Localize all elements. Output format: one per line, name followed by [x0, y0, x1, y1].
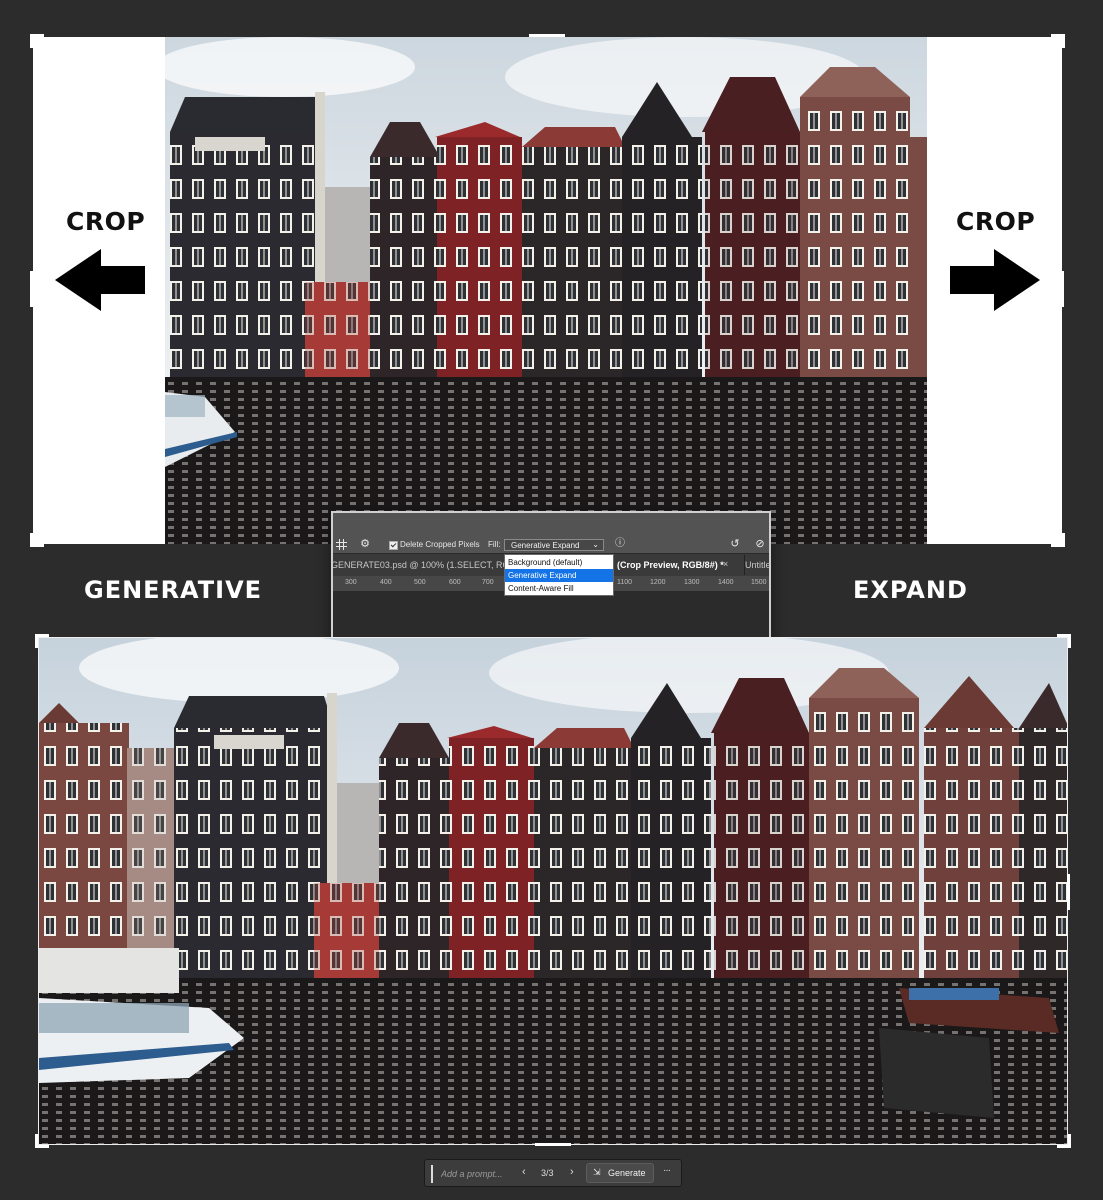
fill-dropdown-menu: Background (default) Generative Expand C… [504, 554, 614, 596]
more-options-icon[interactable]: ··· [663, 1165, 671, 1176]
fill-option-generative-expand[interactable]: Generative Expand [505, 569, 613, 582]
ruler-tick: 600 [449, 579, 461, 586]
ruler-tick: 300 [345, 579, 357, 586]
contextual-task-bar: ‹ 3/3 › ⇲ Generate ··· [424, 1159, 682, 1187]
tab-crop-preview[interactable]: (Crop Preview, RGB/8#) * [617, 560, 724, 570]
delete-cropped-label: Delete Cropped Pixels [400, 540, 480, 549]
fill-select[interactable]: Generative Expand ⌄ [504, 539, 604, 551]
fill-option-background[interactable]: Background (default) [505, 556, 613, 569]
previous-variation-icon[interactable]: ‹ [522, 1166, 526, 1178]
ruler-tick: 700 [482, 579, 494, 586]
ruler-tick: 1200 [650, 579, 666, 586]
fill-option-content-aware[interactable]: Content-Aware Fill [505, 582, 613, 595]
reset-icon[interactable]: ↺ [729, 538, 741, 550]
crop-left-label: CROP [66, 207, 146, 236]
crop-handle-bottom-right[interactable] [1051, 533, 1065, 547]
result-handle-bottom-left[interactable] [35, 1134, 49, 1148]
ruler-tick: 1500 [751, 579, 767, 586]
ruler-tick: 1100 [617, 579, 633, 586]
result-handle-top-right[interactable] [1057, 634, 1071, 648]
crop-options-bar: ⚙ Delete Cropped Pixels Fill: Generative… [333, 513, 769, 554]
canal-houses-photo [165, 37, 927, 544]
ruler-tick: 400 [380, 579, 392, 586]
crop-handle-right[interactable] [1061, 271, 1064, 307]
result-handle-bottom[interactable] [535, 1143, 571, 1146]
crop-handle-top-left[interactable] [30, 34, 44, 48]
crop-grid-icon[interactable] [336, 539, 347, 550]
canal-houses-illustration [165, 37, 927, 544]
tab-untitled[interactable]: Untitle [745, 560, 769, 570]
info-icon[interactable]: ⓘ [614, 538, 626, 550]
generative-label: GENERATIVE [84, 576, 263, 604]
chevron-down-icon: ⌄ [592, 540, 599, 549]
tab-generate03[interactable]: GENERATE03.psd @ 100% (1.SELECT, RGB/8 [333, 560, 523, 570]
crop-preview-canvas: CROP CROP [33, 37, 1062, 544]
ruler-tick: 1300 [684, 579, 700, 586]
prompt-input[interactable] [431, 1165, 515, 1183]
expanded-canal-houses-illustration [39, 638, 1067, 1144]
generate-button[interactable]: ⇲ Generate [586, 1163, 654, 1183]
crop-handle-bottom-left[interactable] [30, 533, 44, 547]
settings-gear-icon[interactable]: ⚙ [359, 538, 371, 550]
delete-cropped-checkbox[interactable] [389, 541, 398, 550]
arrow-right-icon [950, 249, 1040, 311]
result-handle-top-left[interactable] [35, 634, 49, 648]
crop-handle-left[interactable] [30, 271, 33, 307]
generative-expand-result [38, 637, 1068, 1145]
ruler-tick: 500 [414, 579, 426, 586]
expand-label: EXPAND [853, 576, 968, 604]
result-handle-bottom-right[interactable] [1057, 1134, 1071, 1148]
fill-label: Fill: [488, 540, 501, 549]
tab-close-icon[interactable]: × [723, 559, 728, 569]
crop-handle-top[interactable] [529, 34, 565, 37]
crop-right-label: CROP [956, 207, 1036, 236]
result-handle-right[interactable] [1067, 874, 1070, 910]
cancel-icon[interactable]: ⊘ [754, 538, 766, 550]
variation-counter: 3/3 [541, 1168, 554, 1178]
crop-handle-top-right[interactable] [1051, 34, 1065, 48]
generate-icon: ⇲ [593, 1167, 601, 1177]
fill-select-value: Generative Expand [511, 541, 580, 550]
arrow-left-icon [55, 249, 145, 311]
generate-label: Generate [608, 1168, 646, 1178]
next-variation-icon[interactable]: › [570, 1166, 574, 1178]
ruler-tick: 1400 [718, 579, 734, 586]
